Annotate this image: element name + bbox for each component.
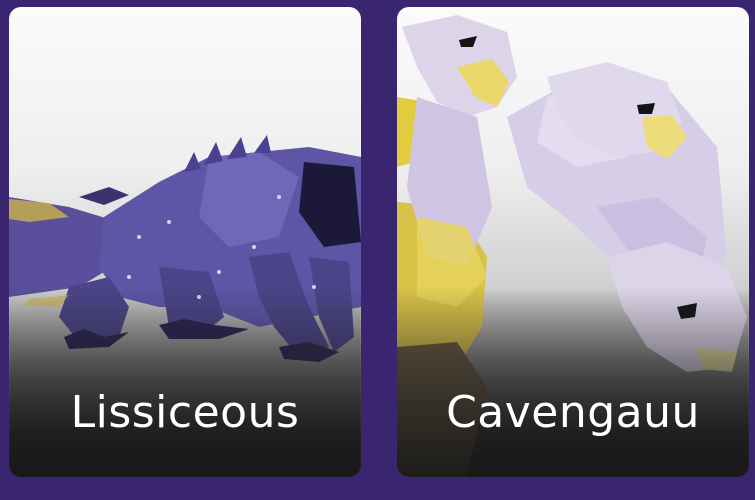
creature-name: Cavengauu [446, 387, 700, 438]
creature-card-cavengauu[interactable]: Cavengauu [397, 7, 749, 477]
card-shade [9, 287, 361, 477]
card-shade [397, 287, 749, 477]
creature-name: Lissiceous [70, 387, 300, 438]
creature-card-lissiceous[interactable]: Lissiceous [9, 7, 361, 477]
